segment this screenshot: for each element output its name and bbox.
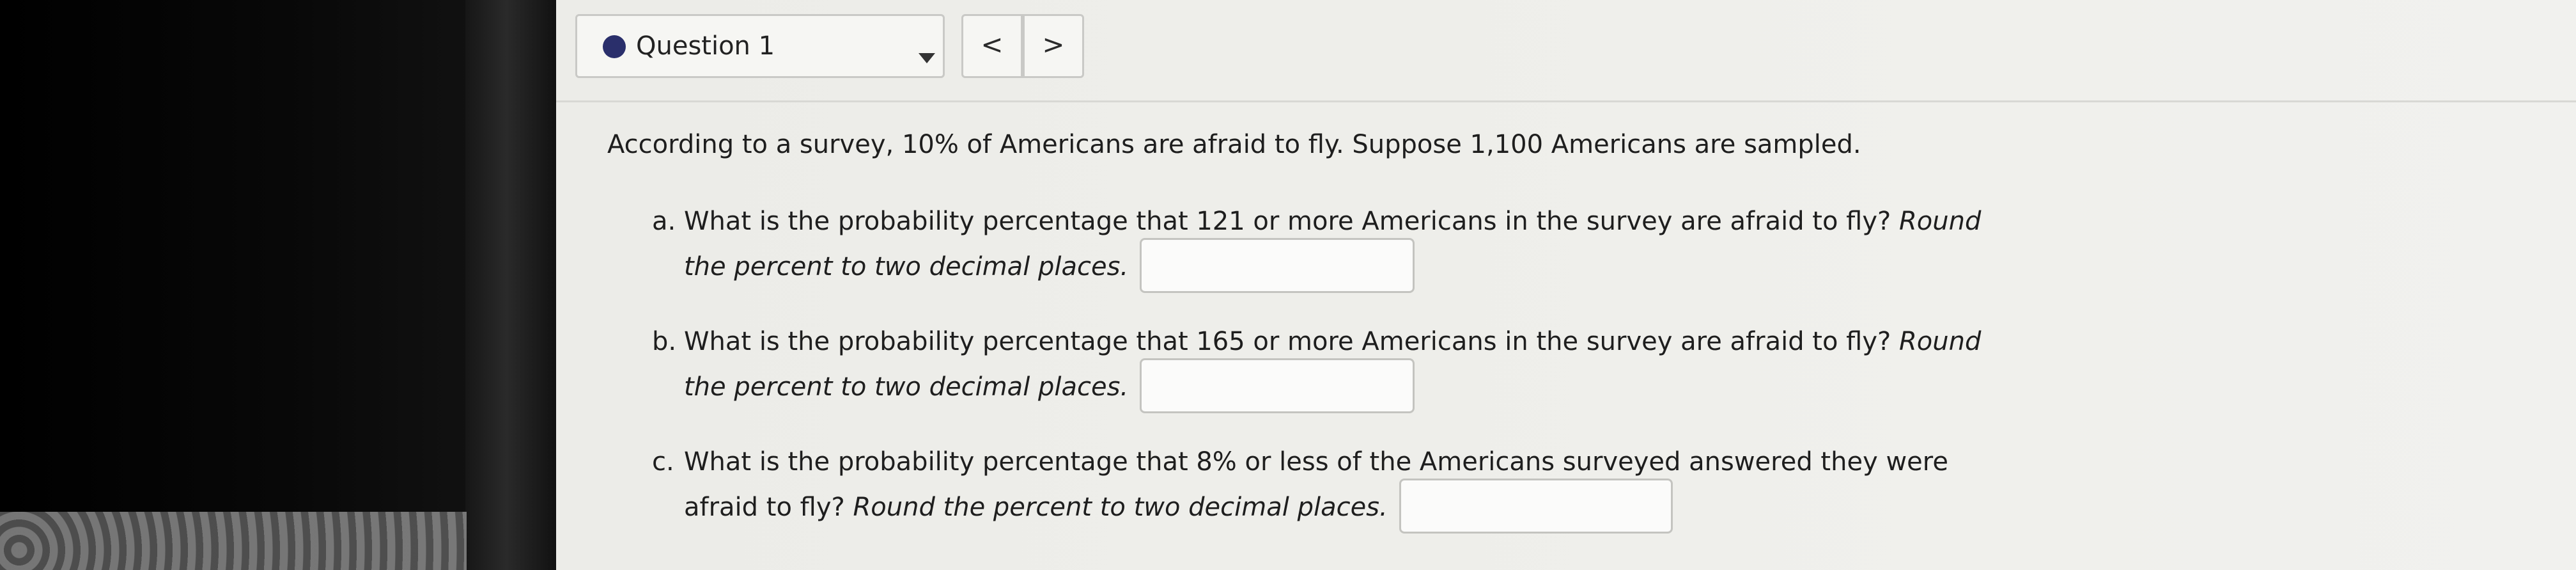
part-text-line2: the percent to two decimal places. <box>684 358 1415 416</box>
part-text-line1: What is the probability percentage that … <box>684 443 1948 481</box>
question-content: According to a survey, 10% of Americans … <box>607 0 2077 570</box>
part-instruction-text: the percent to two decimal places. <box>684 252 1129 281</box>
part-letter: a. <box>652 207 676 236</box>
part-instruction-text: Round the percent to two decimal places. <box>853 493 1388 522</box>
part-instruction-text: Round <box>1898 207 1982 236</box>
part-text-line2: afraid to fly? Round the percent to two … <box>684 479 1673 536</box>
part-question-text: What is the probability percentage that … <box>684 447 1948 477</box>
problem-intro: According to a survey, 10% of Americans … <box>607 130 1861 159</box>
part-question-text: afraid to fly? <box>684 493 845 522</box>
monitor-bezel <box>0 0 473 570</box>
part-letter: c. <box>652 447 674 477</box>
screen: Question 1 < > According to a survey, 10… <box>556 0 2576 570</box>
part-letter: b. <box>652 327 677 356</box>
part-text-line1: What is the probability percentage that … <box>684 322 1981 361</box>
monitor-bezel-edge <box>465 0 556 570</box>
cable-background <box>0 512 467 570</box>
part-instruction-text: the percent to two decimal places. <box>684 372 1129 402</box>
part-instruction-text: Round <box>1898 327 1982 356</box>
part-text-line2: the percent to two decimal places. <box>684 238 1415 296</box>
answer-input-b[interactable] <box>1140 358 1415 413</box>
answer-input-c[interactable] <box>1399 479 1673 534</box>
part-question-text: What is the probability percentage that … <box>684 327 1891 356</box>
part-text-line1: What is the probability percentage that … <box>684 202 1981 241</box>
answer-input-a[interactable] <box>1140 238 1415 293</box>
part-question-text: What is the probability percentage that … <box>684 207 1891 236</box>
